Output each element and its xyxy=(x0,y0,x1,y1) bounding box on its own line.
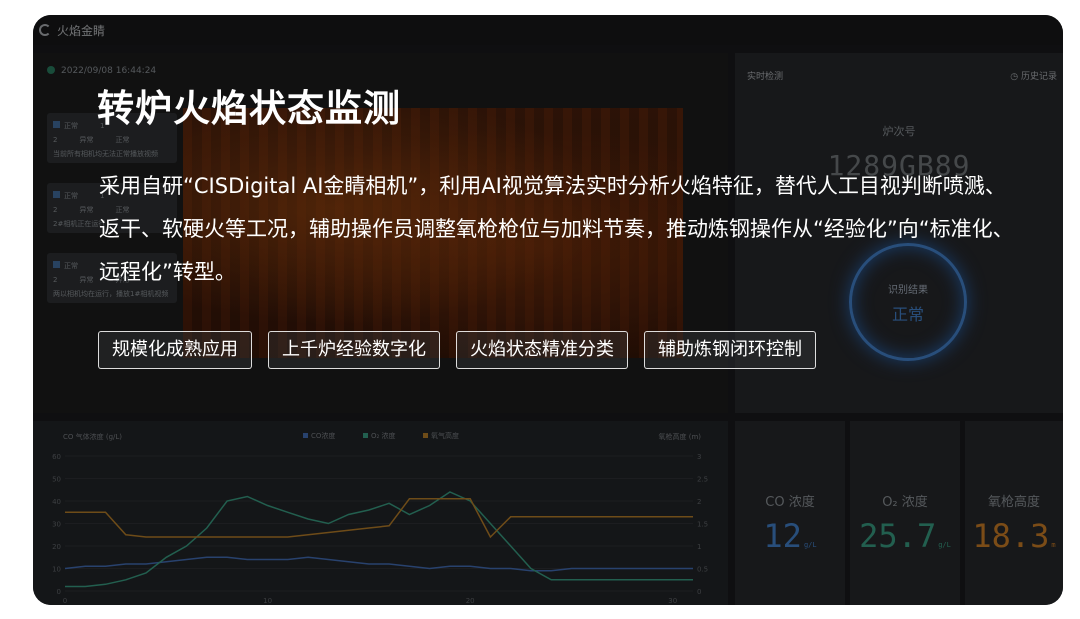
hero-description: 采用自研“CISDigital AI金睛相机”，利用AI视觉算法实时分析火焰特征… xyxy=(99,174,1014,284)
hero-title: 转炉火焰状态监测 xyxy=(97,87,401,130)
feature-tags: 规模化成熟应用 上千炉经验数字化 火焰状态精准分类 辅助炼钢闭环控制 xyxy=(98,331,832,369)
feature-card: 火焰金睛 2022/09/08 16:44:24 正常 1 2 异常 正常 当前所有相… xyxy=(33,15,1063,605)
tag-experience[interactable]: 上千炉经验数字化 xyxy=(268,331,440,369)
tag-closed-loop[interactable]: 辅助炼钢闭环控制 xyxy=(644,331,816,369)
tag-scale[interactable]: 规模化成熟应用 xyxy=(98,331,252,369)
tag-classification[interactable]: 火焰状态精准分类 xyxy=(456,331,628,369)
